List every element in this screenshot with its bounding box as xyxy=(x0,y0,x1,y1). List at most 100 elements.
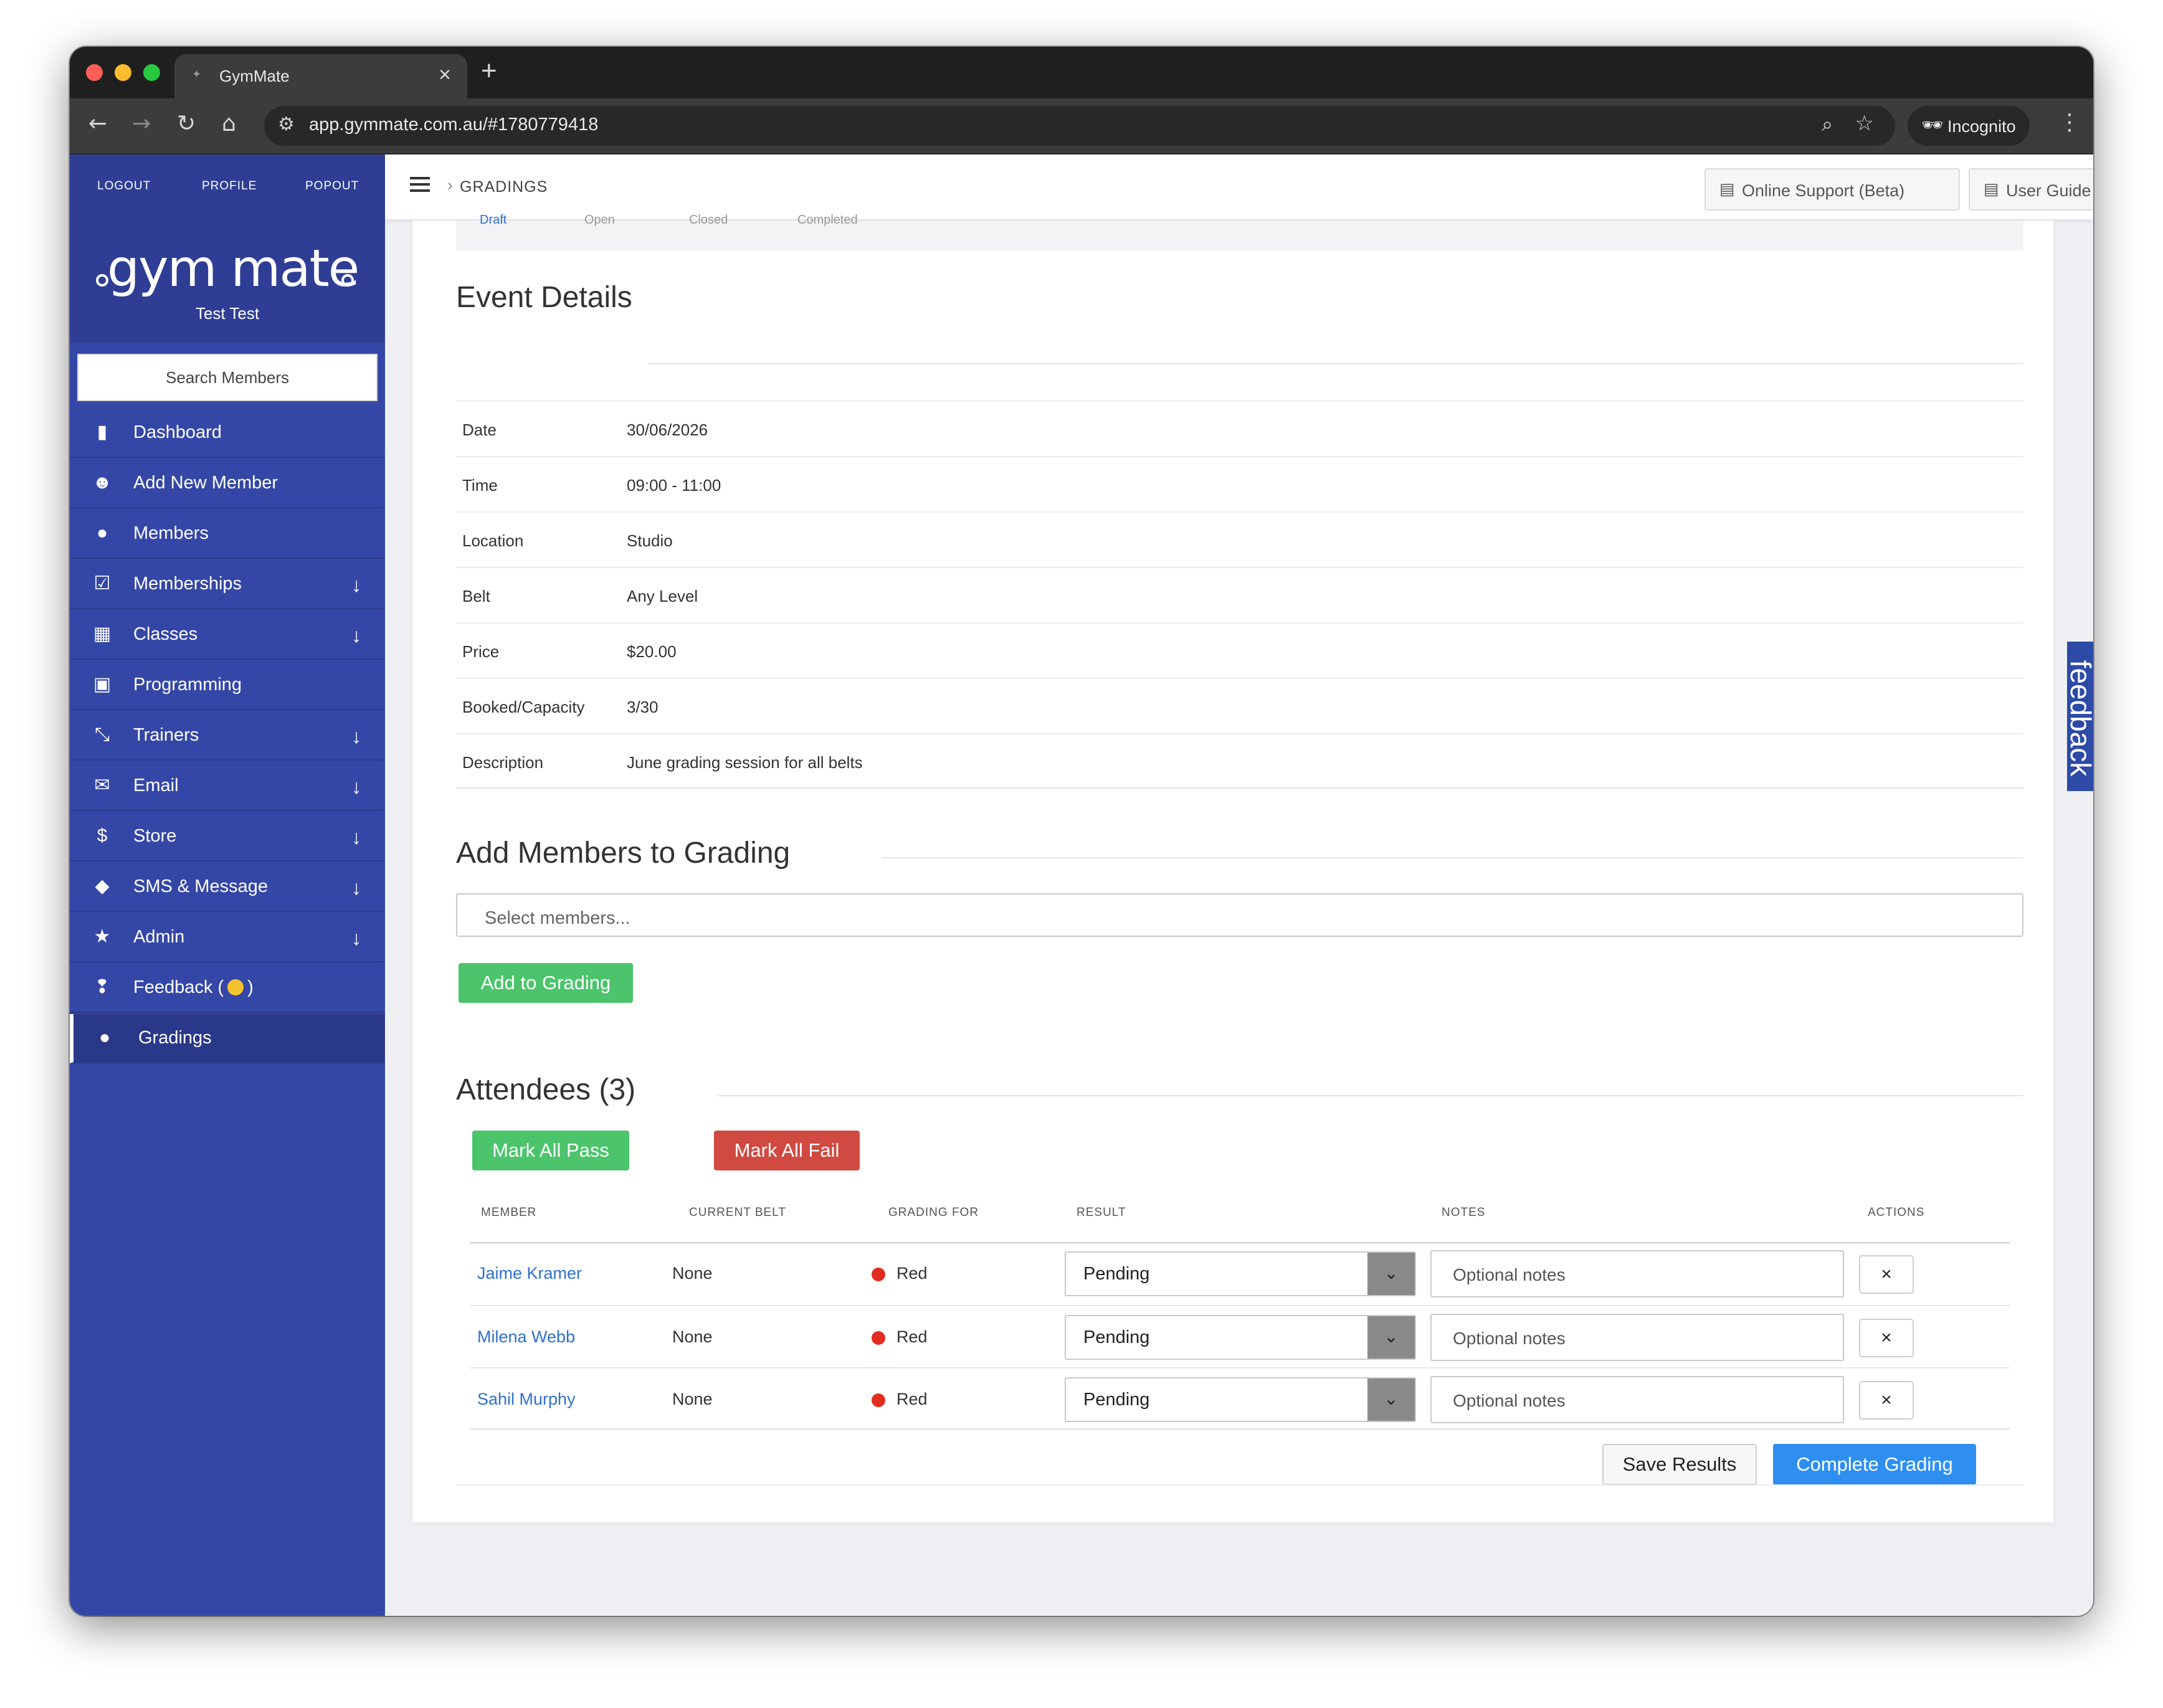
online-support-label: Online Support (Beta) xyxy=(1742,181,1905,200)
member-link[interactable]: Milena Webb xyxy=(477,1327,575,1347)
sidebar-item-feedback[interactable]: ❢ Feedback () xyxy=(70,964,385,1013)
reload-icon[interactable]: ↻ xyxy=(177,111,196,136)
sidebar-item-add-new-member[interactable]: ☻ Add New Member xyxy=(70,459,385,508)
sidebar-item-dashboard[interactable]: ▮ Dashboard xyxy=(70,409,385,458)
forward-icon[interactable]: → xyxy=(132,111,151,136)
home-icon[interactable]: ⌂ xyxy=(222,111,236,136)
sidebar-item-sms-message[interactable]: ◆ SMS & Message ↓ xyxy=(70,863,385,912)
user-icon: ● xyxy=(96,523,108,543)
sidebar-item-label: Trainers xyxy=(133,725,199,745)
detail-value: $20.00 xyxy=(627,642,677,661)
chevron-down-icon[interactable]: ⌄ xyxy=(1367,1378,1415,1421)
breadcrumb[interactable]: GRADINGS xyxy=(460,178,548,196)
incognito-badge[interactable]: 🕶 Incognito xyxy=(1908,106,2030,146)
chevron-down-icon[interactable]: ⌄ xyxy=(1367,1253,1415,1295)
expand-arrow-icon[interactable]: ↓ xyxy=(351,624,361,647)
sidebar-item-programming[interactable]: ▣ Programming xyxy=(70,661,385,710)
document-icon: ▤ xyxy=(1719,179,1735,198)
result-select[interactable]: Pending ⌄ xyxy=(1065,1251,1416,1296)
sidebar-item-label: Programming xyxy=(133,675,242,695)
add-user-icon: ☻ xyxy=(92,472,112,493)
sidebar-item-gradings[interactable]: ● Gradings xyxy=(70,1014,385,1063)
sidebar-item-email[interactable]: ✉ Email ↓ xyxy=(70,762,385,811)
main-card: Draft Open Closed Completed Event Detail… xyxy=(412,213,2053,1522)
expand-arrow-icon[interactable]: ↓ xyxy=(351,927,361,950)
expand-arrow-icon[interactable]: ↓ xyxy=(351,826,361,849)
status-step-open[interactable]: Open xyxy=(584,213,615,227)
column-header-current-belt[interactable]: CURRENT BELT xyxy=(689,1206,786,1220)
brand-logo[interactable]: gym mate Test Test xyxy=(70,221,385,343)
expand-arrow-icon[interactable]: ↓ xyxy=(351,876,361,899)
address-bar[interactable]: ⚙ app.gymmate.com.au/#1780779418 ⌕ ☆ xyxy=(264,106,1895,146)
mark-all-fail-button[interactable]: Mark All Fail xyxy=(714,1131,860,1170)
column-header-notes[interactable]: NOTES xyxy=(1442,1206,1485,1220)
tab-close-icon[interactable]: × xyxy=(439,63,451,87)
add-to-grading-button[interactable]: Add to Grading xyxy=(459,963,633,1003)
site-settings-icon[interactable]: ⚙ xyxy=(278,113,295,135)
maximize-window-button[interactable] xyxy=(143,64,160,81)
expand-arrow-icon[interactable]: ↓ xyxy=(351,574,361,597)
select-members-input[interactable]: Select members... xyxy=(456,893,2023,937)
section-divider xyxy=(648,363,2023,364)
hamburger-menu-icon[interactable] xyxy=(410,177,430,192)
browser-tab[interactable]: ✦ GymMate × xyxy=(174,54,467,98)
complete-grading-button[interactable]: Complete Grading xyxy=(1773,1444,1976,1485)
status-step-closed[interactable]: Closed xyxy=(689,213,728,227)
online-support-button[interactable]: ▤ Online Support (Beta) xyxy=(1704,168,1960,211)
sidebar-item-label: Add New Member xyxy=(133,473,278,493)
user-guide-button[interactable]: ▤ User Guide xyxy=(1969,168,2093,211)
expand-arrow-icon[interactable]: ↓ xyxy=(351,725,361,748)
search-members-button[interactable]: Search Members xyxy=(77,354,378,401)
sidebar-item-classes[interactable]: ▦ Classes ↓ xyxy=(70,610,385,660)
remove-attendee-button[interactable]: × xyxy=(1859,1319,1914,1357)
detail-key: Description xyxy=(462,753,544,772)
result-select[interactable]: Pending ⌄ xyxy=(1065,1315,1416,1360)
remove-attendee-button[interactable]: × xyxy=(1859,1255,1914,1294)
expand-arrow-icon[interactable]: ↓ xyxy=(351,776,361,799)
detail-key: Location xyxy=(462,531,524,550)
current-belt: None xyxy=(672,1390,713,1408)
notes-placeholder: Optional notes xyxy=(1453,1265,1566,1284)
minimize-window-button[interactable] xyxy=(115,64,131,81)
close-window-button[interactable] xyxy=(86,64,103,81)
app-header: › GRADINGS ▤ Online Support (Beta) ▤ Use… xyxy=(385,154,2093,221)
status-step-completed[interactable]: Completed xyxy=(797,213,858,227)
back-icon[interactable]: ← xyxy=(88,111,107,136)
zoom-icon[interactable]: ⌕ xyxy=(1822,112,1833,136)
new-tab-button[interactable]: + xyxy=(481,55,497,87)
sidebar-item-store[interactable]: $ Store ↓ xyxy=(70,812,385,861)
popout-link[interactable]: POPOUT xyxy=(305,179,359,193)
feedback-side-tab[interactable]: feedback xyxy=(2065,642,2093,791)
envelope-icon: ✉ xyxy=(94,775,110,795)
detail-row-location: Location Studio xyxy=(456,511,2023,567)
logout-link[interactable]: LOGOUT xyxy=(97,179,151,193)
browser-toolbar: ← → ↻ ⌂ ⚙ app.gymmate.com.au/#1780779418… xyxy=(70,98,2093,154)
notes-input[interactable]: Optional notes xyxy=(1430,1250,1844,1298)
chevron-down-icon[interactable]: ⌄ xyxy=(1367,1316,1415,1359)
grading-for: Red xyxy=(896,1390,928,1408)
column-header-result[interactable]: RESULT xyxy=(1077,1206,1126,1220)
member-link[interactable]: Jaime Kramer xyxy=(477,1264,582,1283)
column-header-grading-for[interactable]: GRADING FOR xyxy=(888,1206,979,1220)
sidebar-item-label: Admin xyxy=(133,927,185,947)
browser-menu-icon[interactable]: ⋮ xyxy=(2058,110,2081,135)
status-step-draft[interactable]: Draft xyxy=(480,213,506,227)
sidebar-item-memberships[interactable]: ☑ Memberships ↓ xyxy=(70,560,385,609)
notes-input[interactable]: Optional notes xyxy=(1430,1376,1844,1423)
result-select[interactable]: Pending ⌄ xyxy=(1065,1377,1416,1422)
member-link[interactable]: Sahil Murphy xyxy=(477,1390,576,1409)
sidebar-item-trainers[interactable]: ⤡ Trainers ↓ xyxy=(70,711,385,761)
save-results-button[interactable]: Save Results xyxy=(1602,1444,1757,1485)
notes-input[interactable]: Optional notes xyxy=(1430,1314,1844,1361)
detail-row-description: Description June grading session for all… xyxy=(456,733,2023,789)
profile-link[interactable]: PROFILE xyxy=(202,179,257,193)
column-header-member[interactable]: MEMBER xyxy=(481,1206,536,1220)
star-icon: ★ xyxy=(93,926,111,947)
belt-color-dot xyxy=(872,1393,885,1407)
remove-attendee-button[interactable]: × xyxy=(1859,1381,1914,1420)
sidebar-item-members[interactable]: ● Members xyxy=(70,510,385,559)
bookmark-star-icon[interactable]: ☆ xyxy=(1855,111,1874,136)
table-row: Milena Webb None Red Pending ⌄ Optional … xyxy=(470,1305,2010,1367)
sidebar-item-admin[interactable]: ★ Admin ↓ xyxy=(70,913,385,962)
mark-all-pass-button[interactable]: Mark All Pass xyxy=(472,1131,629,1170)
